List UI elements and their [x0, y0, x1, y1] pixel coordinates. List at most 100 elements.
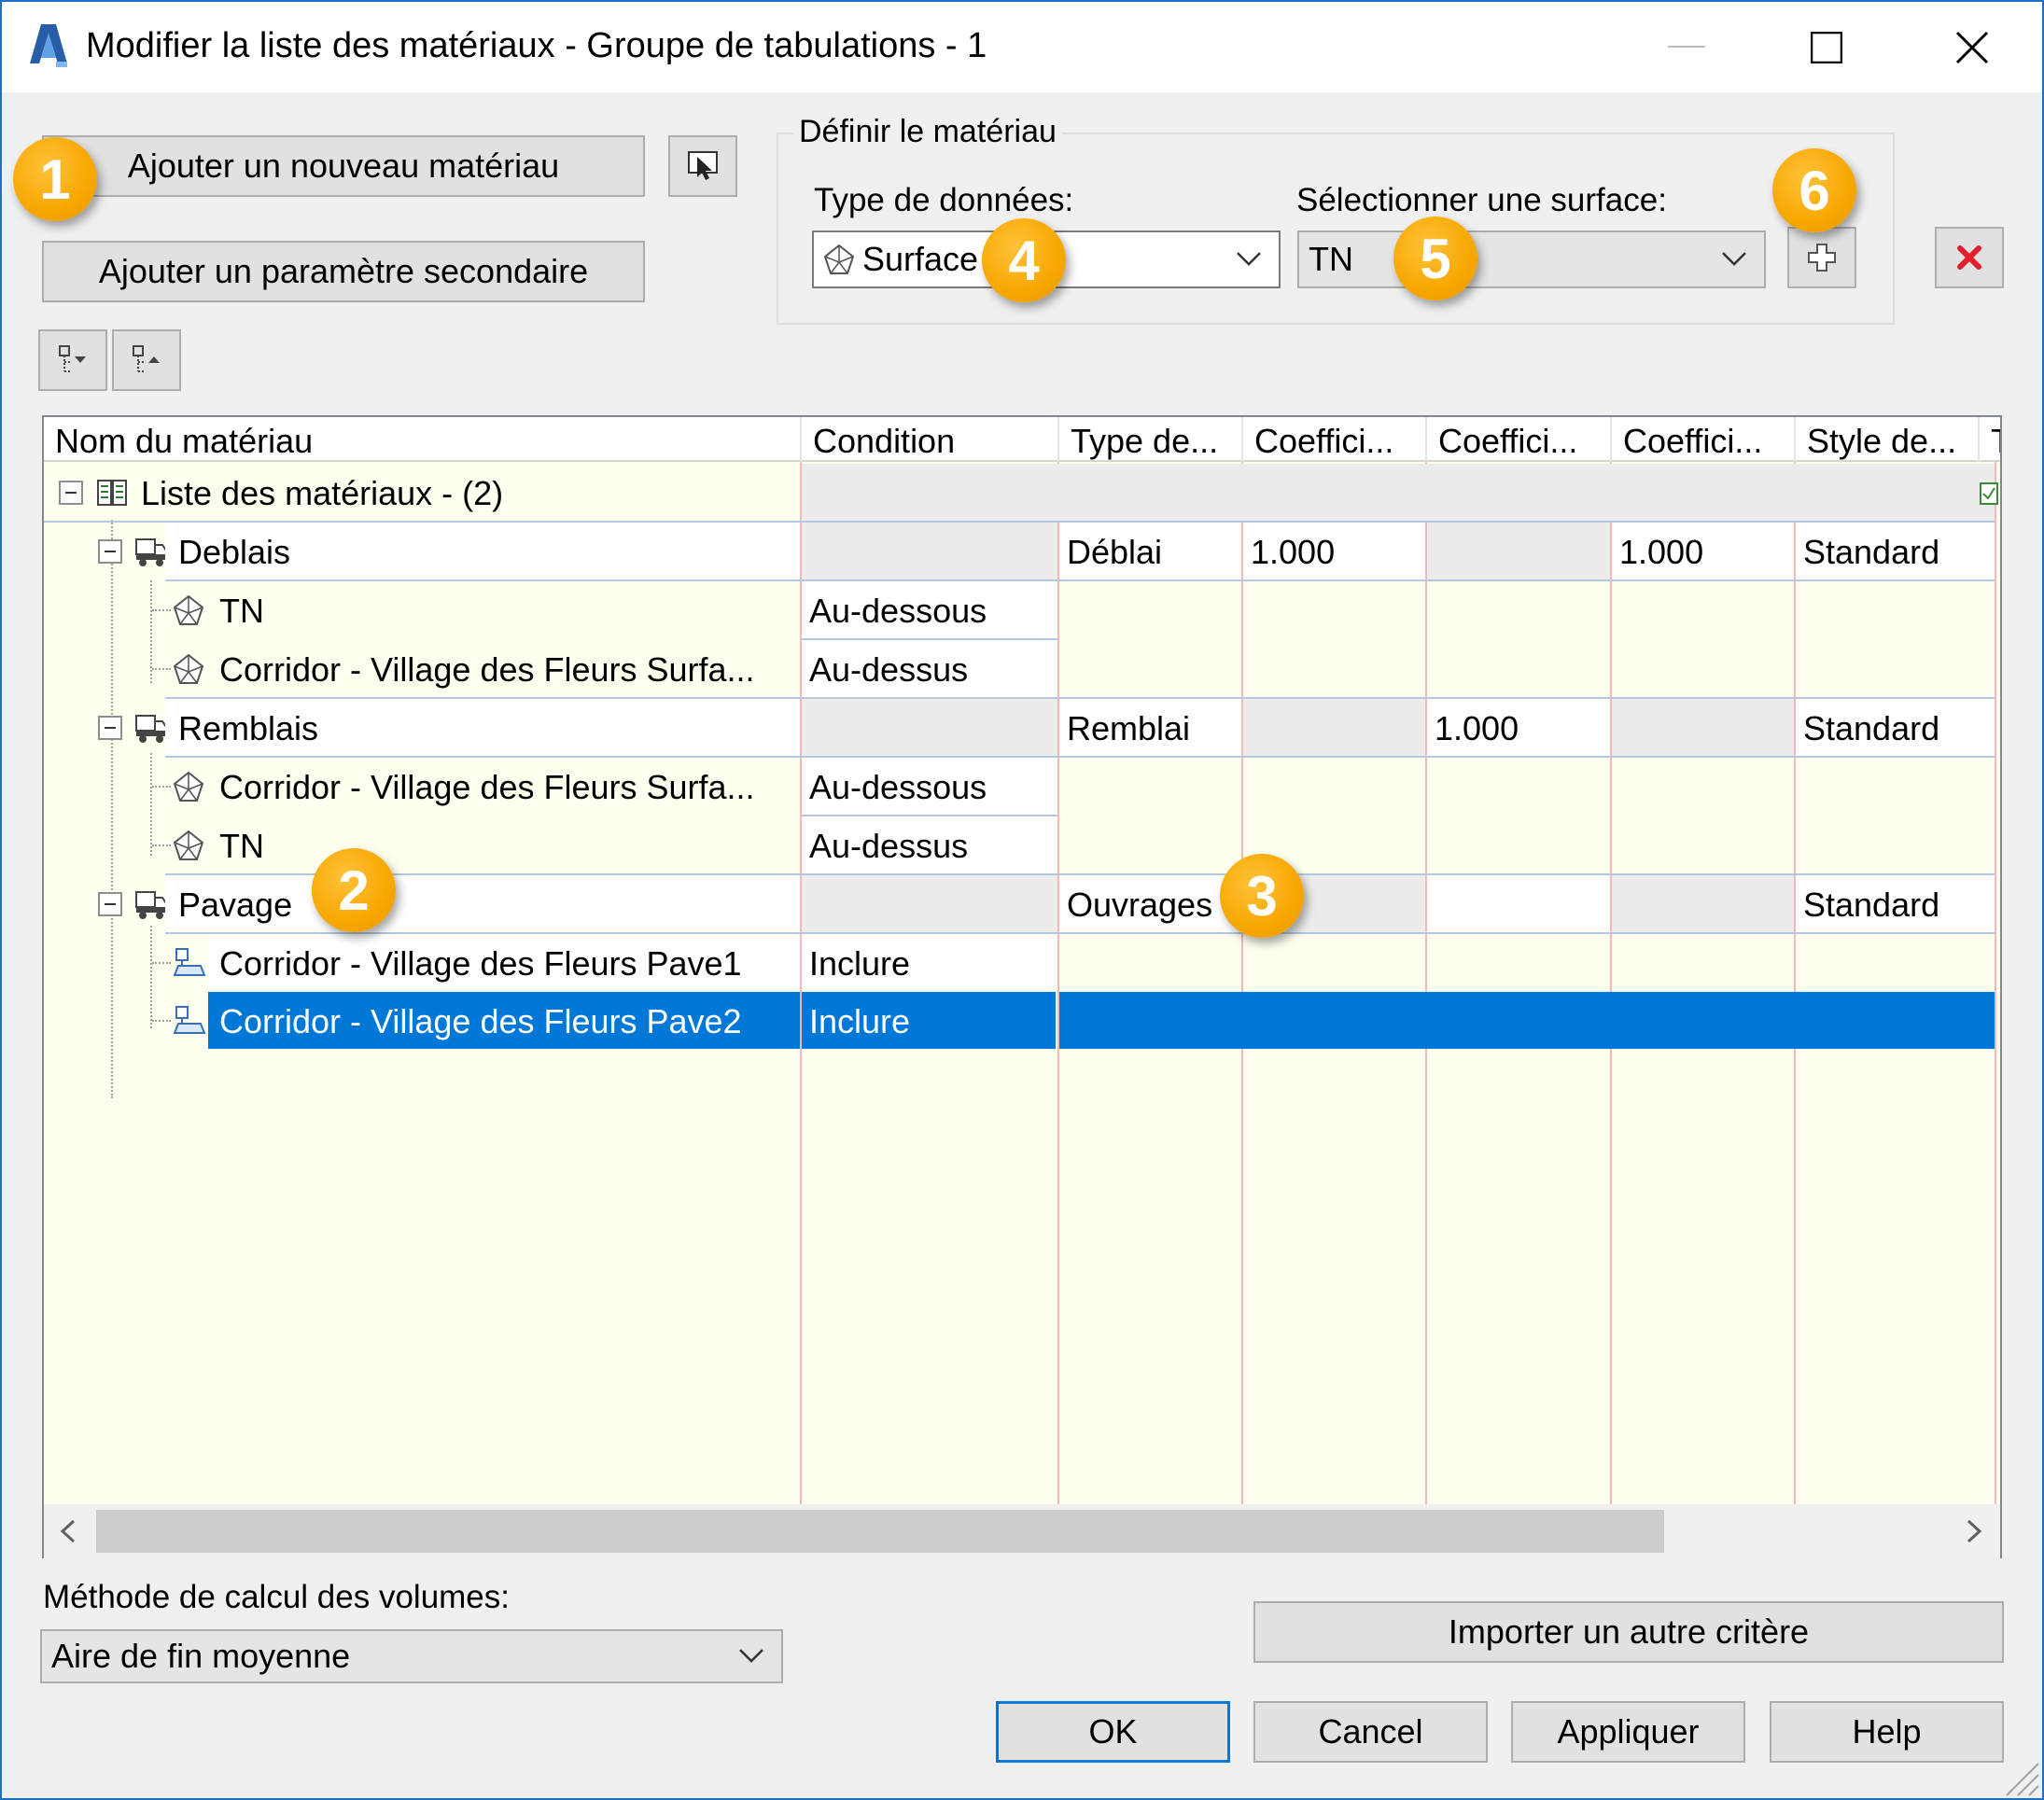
- material-condition-deblais: [802, 523, 1057, 579]
- pick-from-drawing-button[interactable]: [668, 135, 737, 197]
- expand-tree-icon: [59, 345, 86, 372]
- help-button[interactable]: Help: [1770, 1701, 2004, 1763]
- material-type-deblais[interactable]: Déblai: [1059, 523, 1241, 579]
- add-secondary-parameter-button[interactable]: Ajouter un paramètre secondaire: [42, 241, 645, 302]
- material-type-remblais[interactable]: Remblai: [1059, 699, 1241, 756]
- pick-cursor-icon: [688, 151, 718, 180]
- column-header-coefficient-1[interactable]: Coeffici...: [1243, 417, 1427, 462]
- maximize-icon: [1811, 31, 1842, 63]
- scroll-right-icon[interactable]: [1963, 1519, 1985, 1543]
- tree-row-pave2-selected[interactable]: Corridor - Village des Fleurs Pave2 Incl…: [44, 992, 2000, 1049]
- material-truck-icon: [135, 891, 167, 919]
- surface-icon: [823, 244, 855, 274]
- surface-condition[interactable]: Au-dessus: [802, 816, 1057, 873]
- material-coef2-remblais[interactable]: 1.000: [1427, 699, 1610, 756]
- column-header-material-name[interactable]: Nom du matériau: [44, 417, 802, 462]
- material-coef1-deblais[interactable]: 1.000: [1243, 523, 1425, 579]
- tree-row-remblais-corridor[interactable]: Corridor - Village des Fleurs Surfa... A…: [44, 758, 2000, 815]
- cancel-button[interactable]: Cancel: [1253, 1701, 1488, 1763]
- material-truck-icon: [135, 538, 167, 566]
- callout-6: 6: [1772, 148, 1856, 232]
- collapse-toggle[interactable]: [98, 716, 122, 740]
- material-coef1-remblais: [1243, 699, 1425, 756]
- chevron-down-icon: [1237, 252, 1261, 266]
- tree-line: [152, 609, 171, 611]
- expand-all-button[interactable]: [38, 329, 107, 391]
- collapse-toggle[interactable]: [98, 539, 122, 564]
- root-row-fill: [802, 464, 1995, 521]
- data-type-label: Type de données:: [814, 182, 1074, 218]
- material-style-remblais[interactable]: Standard: [1796, 699, 1995, 756]
- scrollbar-thumb[interactable]: [96, 1510, 1664, 1553]
- tree-row-pave1[interactable]: Corridor - Village des Fleurs Pave1 Incl…: [44, 934, 2000, 991]
- callout-5: 5: [1393, 216, 1477, 300]
- root-label: Liste des matériaux - (2): [141, 474, 504, 512]
- shape-condition[interactable]: Inclure: [802, 934, 1057, 991]
- material-style-pavage[interactable]: Standard: [1796, 875, 1995, 932]
- surface-condition[interactable]: Au-dessus: [802, 640, 1057, 697]
- civil3d-app-icon: [30, 24, 67, 67]
- surface-name[interactable]: Corridor - Village des Fleurs Surfa...: [219, 758, 798, 815]
- import-criteria-button[interactable]: Importer un autre critère: [1253, 1601, 2004, 1663]
- resize-grip-icon[interactable]: [1999, 1756, 2040, 1797]
- apply-button[interactable]: Appliquer: [1511, 1701, 1745, 1763]
- tree-row-deblais-tn[interactable]: TN Au-dessous: [44, 581, 2000, 638]
- material-name-remblais[interactable]: Remblais: [165, 699, 800, 756]
- shape-name[interactable]: Corridor - Village des Fleurs Pave2: [208, 992, 800, 1049]
- surface-value: TN: [1309, 240, 1353, 278]
- surface-name[interactable]: TN: [219, 581, 798, 638]
- column-header-extra[interactable]: T: [1980, 417, 2000, 462]
- tree-row-remblais[interactable]: Remblais Remblai 1.000 Standard: [44, 699, 2000, 756]
- dialog-window: Modifier la liste des matériaux - Groupe…: [0, 0, 2044, 1800]
- close-button[interactable]: [1902, 2, 2042, 92]
- ok-button[interactable]: OK: [996, 1701, 1230, 1763]
- collapse-toggle[interactable]: [59, 481, 83, 505]
- column-header-type[interactable]: Type de...: [1059, 417, 1243, 462]
- tree-row-deblais[interactable]: Deblais Déblai 1.000 1.000 Standard: [44, 523, 2000, 579]
- callout-1: 1: [13, 137, 97, 221]
- material-coef3-pavage: [1612, 875, 1794, 932]
- material-list-grid[interactable]: Nom du matériau Condition Type de... Coe…: [42, 415, 2002, 1558]
- surface-select[interactable]: TN: [1297, 230, 1766, 288]
- scroll-left-icon[interactable]: [57, 1519, 79, 1543]
- horizontal-scrollbar[interactable]: [44, 1504, 2000, 1558]
- tree-line: [152, 844, 171, 846]
- material-name-deblais[interactable]: Deblais: [165, 523, 800, 579]
- material-type-pavage[interactable]: Ouvrages: [1059, 875, 1241, 932]
- column-header-style[interactable]: Style de...: [1796, 417, 1980, 462]
- shape-name[interactable]: Corridor - Village des Fleurs Pave1: [208, 934, 800, 991]
- shape-condition[interactable]: Inclure: [802, 992, 1057, 1049]
- column-header-condition[interactable]: Condition: [802, 417, 1059, 462]
- material-coef2-pavage[interactable]: [1427, 875, 1610, 932]
- surface-name[interactable]: Corridor - Village des Fleurs Surfa...: [219, 640, 798, 697]
- checkbox-icon[interactable]: [1980, 482, 1998, 505]
- material-coef3-deblais[interactable]: 1.000: [1612, 523, 1794, 579]
- minimize-icon: [1668, 45, 1705, 48]
- add-surface-button[interactable]: [1787, 227, 1856, 288]
- corridor-shape-icon: [173, 948, 206, 976]
- surface-condition[interactable]: Au-dessous: [802, 758, 1057, 815]
- collapse-toggle[interactable]: [98, 892, 122, 916]
- chevron-down-icon: [739, 1649, 763, 1663]
- column-header-coefficient-2[interactable]: Coeffici...: [1427, 417, 1612, 462]
- tree-row-deblais-corridor[interactable]: Corridor - Village des Fleurs Surfa... A…: [44, 640, 2000, 697]
- title-bar[interactable]: Modifier la liste des matériaux - Groupe…: [2, 2, 2042, 92]
- material-condition-remblais: [802, 699, 1057, 756]
- surface-icon: [173, 830, 204, 860]
- collapse-all-button[interactable]: [112, 329, 181, 391]
- chevron-down-icon: [1722, 252, 1746, 266]
- minimize-button[interactable]: [1617, 2, 1757, 92]
- surface-condition[interactable]: Au-dessous: [802, 581, 1057, 638]
- maximize-button[interactable]: [1757, 2, 1897, 92]
- material-style-deblais[interactable]: Standard: [1796, 523, 1995, 579]
- material-list-icon: [97, 480, 127, 506]
- column-header-coefficient-3[interactable]: Coeffici...: [1612, 417, 1796, 462]
- material-condition-pavage: [802, 875, 1057, 932]
- tree-row-root[interactable]: Liste des matériaux - (2): [44, 464, 2000, 521]
- surface-name[interactable]: TN: [219, 816, 798, 873]
- delete-button[interactable]: [1935, 227, 2004, 288]
- volume-method-select[interactable]: Aire de fin moyenne: [40, 1629, 783, 1683]
- material-name-pavage[interactable]: Pavage: [165, 875, 800, 932]
- define-material-group: [777, 133, 1895, 325]
- add-material-button[interactable]: Ajouter un nouveau matériau: [42, 135, 645, 197]
